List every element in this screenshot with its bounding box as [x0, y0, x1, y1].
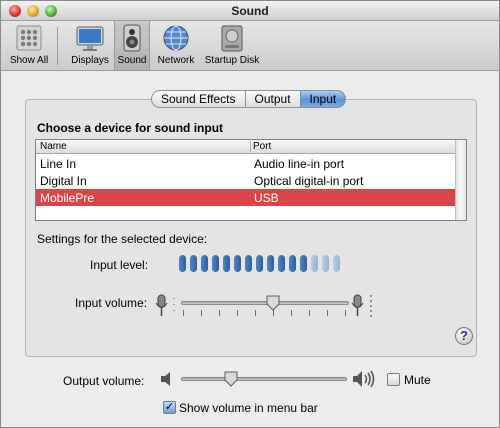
input-level-segment	[190, 255, 197, 272]
device-port: Optical digital-in port	[254, 174, 364, 188]
input-volume-track[interactable]	[181, 301, 349, 305]
input-level-segment	[311, 255, 318, 272]
speaker-high-icon[interactable]	[351, 369, 377, 392]
tab-input[interactable]: Input	[300, 90, 347, 108]
hard-disk-icon	[217, 23, 247, 53]
device-name: Line In	[40, 157, 77, 171]
sound-preferences-window: Sound Show All Displays Sound Network St…	[0, 0, 500, 428]
input-level-meter	[179, 255, 340, 273]
mute-checkbox[interactable]	[387, 373, 400, 386]
table-row[interactable]: Line In Audio line-in port	[36, 155, 456, 172]
toolbar-label: Displays	[71, 55, 109, 66]
microphone-high-icon[interactable]	[351, 293, 379, 322]
toolbar-label: Network	[157, 55, 195, 66]
help-button[interactable]: ?	[455, 327, 473, 345]
device-name: MobilePre	[40, 191, 95, 205]
settings-label: Settings for the selected device:	[37, 232, 208, 246]
preferences-toolbar: Show All Displays Sound Network Startup …	[1, 21, 499, 71]
input-settings-panel	[25, 99, 477, 357]
show-volume-menubar-checkbox[interactable]: ✓	[163, 401, 176, 414]
toolbar-label: Show All	[9, 55, 49, 66]
table-header: Name Port	[36, 140, 456, 154]
input-level-segment	[300, 255, 307, 272]
input-device-table[interactable]: Name Port Line In Audio line-in port Dig…	[35, 139, 467, 221]
input-level-segment	[245, 255, 252, 272]
speaker-icon	[117, 23, 147, 53]
table-row[interactable]: Digital In Optical digital-in port	[36, 172, 456, 189]
table-scrollbar[interactable]	[455, 140, 466, 220]
toolbar-displays-button[interactable]: Displays	[67, 23, 113, 69]
input-volume-slider-thumb[interactable]	[266, 295, 280, 311]
input-level-segment	[212, 255, 219, 272]
tab-sound-effects[interactable]: Sound Effects	[151, 90, 246, 108]
device-port: USB	[254, 191, 279, 205]
microphone-low-icon[interactable]	[155, 293, 181, 322]
input-level-segment	[179, 255, 186, 272]
table-row-selected[interactable]: MobilePre USB	[36, 189, 456, 206]
toolbar-sound-button[interactable]: Sound	[114, 21, 150, 70]
tab-output[interactable]: Output	[245, 90, 301, 108]
mute-label: Mute	[404, 373, 431, 387]
apple-grid-icon	[14, 23, 44, 53]
input-level-segment	[322, 255, 329, 272]
window-title: Sound	[231, 4, 269, 18]
input-level-segment	[201, 255, 208, 272]
input-level-segment	[234, 255, 241, 272]
title-bar[interactable]: Sound	[1, 1, 499, 21]
column-header-port[interactable]: Port	[250, 141, 271, 153]
network-globe-icon	[161, 23, 191, 53]
input-volume-label: Input volume:	[75, 296, 148, 310]
toolbar-label: Sound	[117, 55, 147, 66]
toolbar-divider	[57, 27, 58, 65]
show-volume-menubar-label: Show volume in menu bar	[179, 401, 318, 415]
input-level-label: Input level:	[90, 258, 149, 272]
input-level-segment	[278, 255, 285, 272]
toolbar-show-all-button[interactable]: Show All	[5, 23, 53, 69]
output-volume-label: Output volume:	[63, 374, 145, 388]
toolbar-network-button[interactable]: Network	[152, 23, 200, 69]
device-list-heading: Choose a device for sound input	[37, 121, 224, 135]
toolbar-label: Startup Disk	[204, 55, 260, 66]
tab-bar: Sound Effects Output Input	[151, 90, 347, 108]
output-volume-slider-thumb[interactable]	[224, 371, 238, 387]
input-level-segment	[333, 255, 340, 272]
input-level-segment	[289, 255, 296, 272]
input-level-segment	[267, 255, 274, 272]
device-name: Digital In	[40, 174, 87, 188]
toolbar-startup-disk-button[interactable]: Startup Disk	[203, 23, 261, 69]
input-level-segment	[256, 255, 263, 272]
input-level-segment	[223, 255, 230, 272]
output-volume-track[interactable]	[181, 377, 347, 381]
display-icon	[75, 23, 105, 53]
speaker-low-icon[interactable]	[159, 371, 173, 390]
column-header-name[interactable]: Name	[40, 141, 67, 152]
device-port: Audio line-in port	[254, 157, 345, 171]
